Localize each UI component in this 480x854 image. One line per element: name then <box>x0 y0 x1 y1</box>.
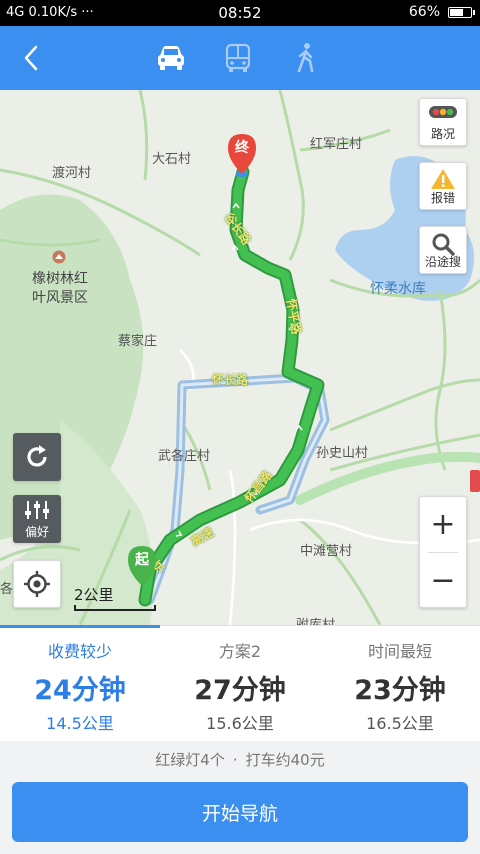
map-label-duhe: 渡河村 <box>52 166 92 181</box>
plan-time: 24分钟 <box>34 675 126 706</box>
route-info: 红绿灯4个 · 打车约40元 <box>0 741 480 779</box>
mode-car-tab[interactable] <box>151 40 191 76</box>
zoom-divider <box>428 552 458 553</box>
edge-marker <box>470 470 480 492</box>
plan-option-1[interactable]: 收费较少 24分钟 14.5公里 <box>0 626 160 742</box>
car-icon <box>158 46 184 70</box>
preference-button-label: 偏好 <box>24 525 49 539</box>
bottom-bar: 开始导航 <box>0 779 480 854</box>
map-label-sunshi: 孙史山村 <box>316 446 369 461</box>
road-label-huaizhang: 怀长路 <box>212 373 249 387</box>
map-label-xiangshu: 橡树林红 <box>32 271 88 287</box>
map-label-ge: 各 <box>0 582 14 597</box>
bus-icon <box>225 43 251 72</box>
plan-time: 27分钟 <box>194 675 286 706</box>
plan-distance: 14.5公里 <box>46 714 114 733</box>
map-label-huairou-reservoir: 怀柔水库 <box>370 281 426 297</box>
start-marker[interactable]: 起 <box>126 544 158 594</box>
plan-option-3[interactable]: 时间最短 23分钟 16.5公里 <box>320 626 480 742</box>
plan-time: 23分钟 <box>354 675 446 706</box>
map-scale-bar <box>74 605 156 611</box>
map-view[interactable]: 大石村 红军庄村 渡河村 橡树林红 叶风景区 蔡家庄 武各庄村 孙史山村 中滩营… <box>0 90 480 625</box>
start-marker-label: 起 <box>135 552 149 568</box>
traffic-button-label: 路况 <box>430 127 455 141</box>
mode-walk-tab[interactable] <box>286 40 326 76</box>
map-label-zhongtan: 中滩营村 <box>300 544 353 559</box>
end-marker-label: 终 <box>235 140 249 156</box>
plan-distance: 16.5公里 <box>366 714 434 733</box>
traffic-light-icon <box>420 104 466 120</box>
start-navigation-button[interactable]: 开始导航 <box>12 782 468 842</box>
map-label-dashi: 大石村 <box>152 152 192 167</box>
plan-name: 时间最短 <box>367 642 432 661</box>
search-along-button[interactable]: 沿途搜 <box>419 226 467 274</box>
zoom-in-button[interactable]: + <box>420 497 466 553</box>
refresh-button[interactable] <box>13 433 61 481</box>
plan-distance: 15.6公里 <box>206 714 274 733</box>
preference-button[interactable]: 偏好 <box>13 495 61 543</box>
map-label-caijia: 蔡家庄 <box>118 334 158 349</box>
chevron-left-icon <box>24 45 38 71</box>
info-separator: · <box>232 751 238 769</box>
back-button[interactable] <box>14 40 50 76</box>
taxi-fare: 打车约40元 <box>245 751 325 769</box>
map-label-bottom: 驸库村 <box>296 614 335 625</box>
report-error-button[interactable]: 报错 <box>419 162 467 210</box>
route-plans: 收费较少 24分钟 14.5公里 方案2 27分钟 15.6公里 时间最短 23… <box>0 625 480 741</box>
mode-bus-tab[interactable] <box>218 40 258 76</box>
traffic-button[interactable]: 路况 <box>419 98 467 146</box>
route-header <box>0 26 480 90</box>
sliders-icon <box>13 500 61 520</box>
walk-icon <box>297 43 314 73</box>
expressway <box>295 451 480 505</box>
battery-status: 66% <box>408 4 475 20</box>
map-scale-label: 2公里 <box>74 586 114 604</box>
refresh-icon <box>27 445 47 467</box>
end-marker[interactable]: 终 <box>226 132 258 182</box>
warning-icon <box>420 168 466 190</box>
battery-percent: 66% <box>408 4 440 20</box>
battery-icon <box>448 6 475 18</box>
zoom-out-button[interactable]: − <box>420 553 466 609</box>
plan-name: 收费较少 <box>47 642 112 661</box>
report-button-label: 报错 <box>430 191 455 205</box>
locate-icon <box>24 571 50 597</box>
map-label-xiangshu-2: 叶风景区 <box>32 290 88 306</box>
status-bar: 4G 0.10K/s ··· 08:52 66% <box>0 0 480 26</box>
map-label-wuge: 武各庄村 <box>158 449 211 464</box>
scenic-spot-icon <box>52 250 66 264</box>
map-label-hongjun: 红军庄村 <box>310 137 363 152</box>
plan-option-2[interactable]: 方案2 27分钟 15.6公里 <box>160 626 320 742</box>
zoom-control: + − <box>419 496 467 608</box>
search-icon <box>420 232 466 256</box>
alt-route <box>145 373 330 605</box>
traffic-lights-count: 红绿灯4个 <box>155 751 225 769</box>
locate-button[interactable] <box>13 560 61 608</box>
plan-name: 方案2 <box>218 642 262 661</box>
